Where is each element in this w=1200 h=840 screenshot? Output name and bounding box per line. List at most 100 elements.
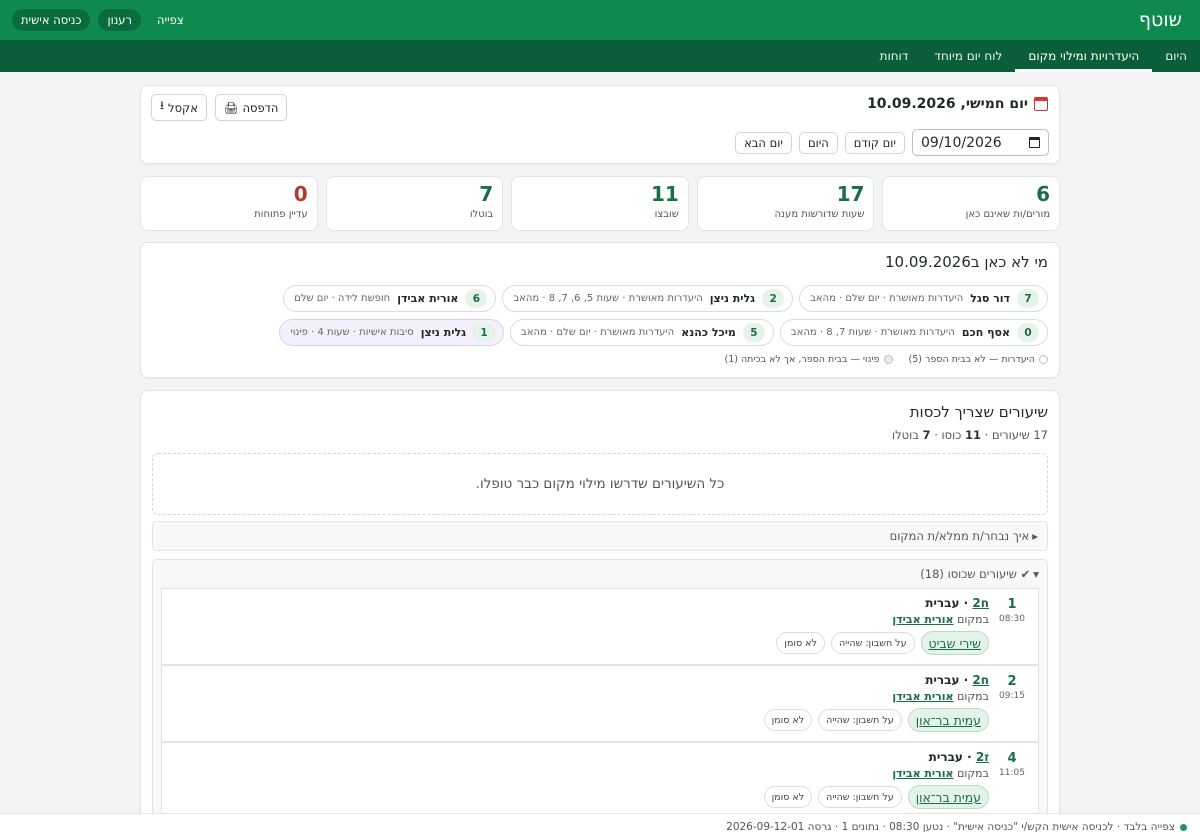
mark-tag[interactable]: לא סומן	[763, 709, 813, 731]
tab-absences[interactable]: היעדרויות ומילוי מקום	[1015, 40, 1153, 72]
legend-label: פינוי — בבית הספר, אך לא בכיתה (1)	[724, 354, 880, 365]
summary-total: 17	[1033, 428, 1048, 442]
absent-legend: היעדרות — לא בבית הספר (5) פינוי — בבית …	[724, 354, 1048, 365]
subject: עברית	[925, 673, 960, 687]
substitute-pill[interactable]: עמית בר־און	[907, 785, 989, 809]
absent-title: מי לא כאן ב10.09.2026	[884, 253, 1048, 271]
chip-name: דור סגל	[970, 292, 1010, 305]
stat-value: 17	[836, 182, 865, 206]
absent-chip[interactable]: 6 אורית אבידן חופשת לידה · יום שלם	[283, 285, 497, 312]
lesson-row: 1 08:30 ח2 · עברית במקום אורית אבידן שיר…	[161, 588, 1039, 665]
calendar-icon	[1034, 97, 1048, 111]
absent-chip[interactable]: 2 גלית ניצן היעדרות מאושרת · שעות 5, 6, …	[502, 285, 794, 312]
account-tag: על חשבון: שהייה	[818, 709, 902, 731]
mark-tag[interactable]: לא סומן	[776, 632, 825, 654]
chip-count: 6	[465, 289, 488, 308]
printer-icon: 🖨	[223, 100, 239, 115]
lesson-row: 4 11:05 ז2 · עברית במקום אורית אבידן עמי…	[161, 742, 1039, 819]
stat-hours-needed: 17 שעות שדורשות מענה	[696, 176, 875, 231]
lesson-tags: עמית בר־און על חשבון: שהייה לא סומן	[763, 708, 989, 732]
date-title: יום חמישי, 10.09.2026	[867, 96, 1048, 112]
prev-day-button[interactable]: יום קודם	[844, 131, 905, 154]
tab-reports[interactable]: דוחות	[867, 40, 922, 72]
chip-detail: סיבות אישיות · שעות 4 · פינוי	[290, 327, 414, 338]
how-chosen-label: איך נבחר/ת ממלא/ת המקום	[889, 529, 1030, 543]
absent-chip[interactable]: 7 דור סגל היעדרות מאושרת · יום שלם · מהא…	[799, 285, 1048, 312]
stat-value: 0	[293, 182, 308, 206]
view-only-link[interactable]: צפייה	[149, 9, 192, 31]
period-number: 4	[1007, 751, 1017, 766]
caret-down-icon: ▾	[1033, 567, 1039, 581]
replaced-prefix: במקום	[957, 690, 989, 703]
absent-chip[interactable]: 0 אסף חכם היעדרות מאושרת · שעות 7, 8 · מ…	[779, 319, 1048, 346]
chip-name: אורית אבידן	[397, 292, 459, 305]
how-chosen-toggle[interactable]: ▸ איך נבחר/ת ממלא/ת המקום	[152, 521, 1048, 551]
chip-name: גלית ניצן	[709, 292, 756, 305]
stat-label: שובצו	[654, 209, 679, 220]
date-picker-icon[interactable]	[1029, 137, 1040, 148]
account-tag: על חשבון: שהייה	[830, 632, 915, 654]
caret-left-icon: ▸	[1032, 529, 1038, 543]
class-link[interactable]: ח2	[972, 596, 989, 610]
chip-count: 7	[1017, 289, 1039, 308]
summary-covered-label: כוסו ·	[934, 428, 962, 442]
lesson-replaced: במקום אורית אבידן	[764, 767, 989, 780]
lessons-title: שיעורים שצריך לכסות	[909, 403, 1048, 421]
chip-detail: חופשת לידה · יום שלם	[294, 293, 391, 304]
chip-detail: היעדרות מאושרת · יום שלם · מהאב	[521, 327, 675, 338]
absent-chip[interactable]: 5 מיכל כהנא היעדרות מאושרת · יום שלם · מ…	[510, 319, 774, 346]
refresh-button[interactable]: רענון	[98, 9, 141, 31]
lesson-period: 2 09:15	[999, 674, 1025, 701]
period-time: 09:15	[999, 691, 1025, 701]
absent-teacher-link[interactable]: אורית אבידן	[892, 767, 953, 780]
footer-text: צפייה בלבד · לכניסה אישית הקש/י "כניסה א…	[726, 821, 1175, 833]
stat-value: 7	[479, 182, 494, 206]
summary-cancelled: 7	[922, 428, 931, 442]
date-card: יום חמישי, 10.09.2026 ⭳ אקסל 🖨 הדפסה 09/10…	[140, 85, 1060, 164]
lesson-title: ז2 · עברית	[928, 750, 989, 764]
stats-row: 6 מורים/ות שאינם כאן 17 שעות שדורשות מענ…	[140, 176, 1060, 231]
chip-name: מיכל כהנא	[681, 326, 736, 339]
stat-value: 6	[1036, 182, 1050, 206]
account-tag: על חשבון: שהייה	[818, 786, 902, 808]
class-link[interactable]: ז2	[976, 750, 989, 764]
stat-open: 0 עדיין פתוחות	[140, 176, 318, 231]
today-button[interactable]: היום	[798, 131, 838, 154]
chip-name: גלית ניצן	[420, 326, 467, 339]
tab-special-day[interactable]: לוח יום מיוחד	[921, 40, 1015, 72]
main-content: יום חמישי, 10.09.2026 ⭳ אקסל 🖨 הדפסה 09/10…	[140, 72, 1060, 840]
status-dot-icon	[1180, 823, 1187, 831]
excel-button[interactable]: ⭳ אקסל	[151, 94, 207, 121]
legend-dot-icon	[883, 355, 893, 364]
legend-label: היעדרות — לא בבית הספר (5)	[908, 354, 1036, 365]
lesson-replaced: במקום אורית אבידן	[776, 613, 989, 626]
personal-login-button[interactable]: כניסה אישית	[12, 9, 91, 31]
date-input[interactable]: 09/10/2026	[912, 129, 1049, 156]
legend-absence: היעדרות — לא בבית הספר (5)	[908, 354, 1048, 365]
class-link[interactable]: ח2	[972, 673, 989, 687]
mark-tag[interactable]: לא סומן	[763, 786, 813, 808]
next-day-button[interactable]: יום הבא	[735, 131, 792, 154]
period-number: 2	[1007, 674, 1017, 689]
print-label: הדפסה	[242, 100, 279, 115]
print-button[interactable]: 🖨 הדפסה	[214, 94, 288, 121]
absent-teacher-link[interactable]: אורית אבידן	[892, 690, 953, 703]
replaced-prefix: במקום	[957, 767, 989, 780]
lesson-tags: עמית בר־און על חשבון: שהייה לא סומן	[763, 785, 989, 809]
covered-toggle[interactable]: ▾ ✔ שיעורים שכוסו (18)	[161, 560, 1039, 588]
app-brand: שוטף	[1138, 9, 1182, 31]
period-number: 1	[1007, 597, 1017, 612]
replaced-prefix: במקום	[957, 613, 989, 626]
release-chip[interactable]: 1 גלית ניצן סיבות אישיות · שעות 4 · פינו…	[279, 319, 505, 346]
tab-today[interactable]: היום	[1152, 40, 1200, 72]
lesson-body: ז2 · עברית במקום אורית אבידן עמית בר־און…	[763, 750, 989, 809]
stat-label: עדיין פתוחות	[254, 209, 308, 220]
absent-teacher-link[interactable]: אורית אבידן	[892, 613, 953, 626]
chip-detail: היעדרות מאושרת · שעות 7, 8 · מהאב	[790, 327, 955, 338]
substitute-pill[interactable]: עמית בר־און	[907, 708, 989, 732]
lesson-body: ח2 · עברית במקום אורית אבידן עמית בר־און…	[763, 673, 989, 732]
legend-release: פינוי — בבית הספר, אך לא בכיתה (1)	[724, 354, 893, 365]
substitute-pill[interactable]: שירי שביט	[920, 631, 989, 655]
stat-label: שעות שדורשות מענה	[774, 209, 865, 220]
lessons-summary: 17 שיעורים · 11 כוסו · 7 בוטלו	[152, 428, 1048, 442]
